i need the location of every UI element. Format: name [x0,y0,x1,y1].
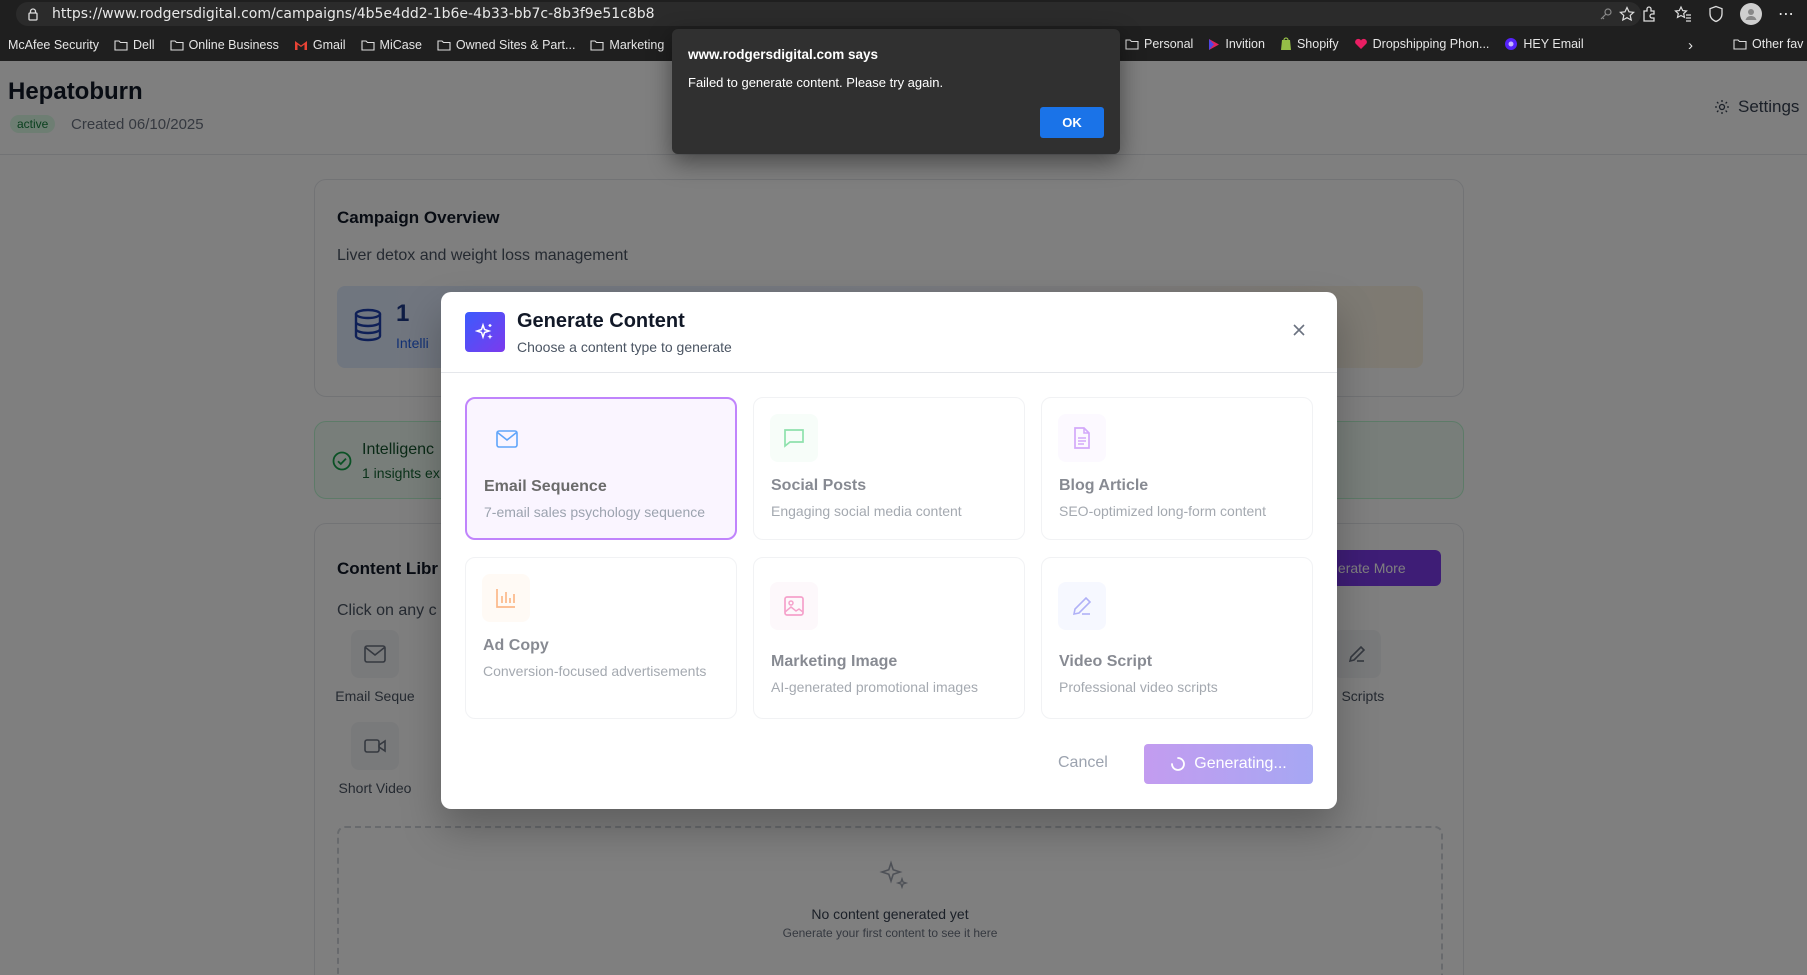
option-icon-tile [483,415,531,463]
bookmark-label: McAfee Security [8,38,100,52]
heart-icon [1354,38,1367,49]
profile-avatar[interactable] [1740,3,1762,25]
spinner-icon [1171,757,1186,771]
folder-icon [360,40,375,51]
option-title: Video Script [1059,653,1153,670]
option-description: AI-generated promotional images [771,679,979,695]
folder-icon [590,40,604,51]
option-description: Engaging social media content [771,503,962,519]
bookmark-star-icon[interactable] [1619,6,1635,22]
bookmark-label: Dropshipping Phon... [1372,37,1490,51]
bookmark-folder[interactable]: MiCase [360,38,422,52]
bookmark-item[interactable]: HEY Email [1504,37,1584,51]
bar-chart-icon [496,589,515,608]
option-title: Blog Article [1059,477,1149,494]
sparkles-icon [475,322,493,340]
shield-icon[interactable] [1708,5,1724,23]
option-icon-tile [1058,414,1106,462]
modal-title: Generate Content [517,310,685,332]
bookmark-item[interactable]: McAfee Security [8,38,99,52]
close-icon [1293,324,1305,336]
play-icon [1209,38,1220,50]
option-icon-tile [770,582,818,630]
folder-icon [1125,39,1139,50]
bookmark-item[interactable]: Dropshipping Phon... [1354,37,1490,51]
option-icon-tile [1058,582,1106,630]
bookmark-folder[interactable]: Owned Sites & Part... [437,38,576,52]
bookmark-label: Owned Sites & Part... [455,38,576,52]
option-email-sequence[interactable]: Email Sequence 7-email sales psychology … [465,397,737,540]
mail-icon [496,430,518,448]
user-icon [1745,9,1757,20]
shopify-icon [1280,37,1291,50]
bookmark-label: MiCase [379,38,422,52]
bookmark-item[interactable]: Shopify [1280,37,1339,51]
bookmarks-overflow-chevron-icon[interactable]: › [1688,37,1693,54]
gmail-icon [294,40,307,50]
extensions-icon[interactable] [1640,5,1658,23]
alert-message: Failed to generate content. Please try a… [688,75,944,90]
pen-icon [1072,596,1092,616]
bookmark-label: Dell [133,38,155,52]
bookmark-folder[interactable]: Marketing [590,38,664,52]
bookmark-item[interactable]: Gmail [294,38,346,52]
generate-content-modal: Generate Content Choose a content type t… [441,292,1337,809]
browser-menu-icon[interactable]: ⋯ [1778,4,1795,24]
bookmark-folder[interactable]: Dell [114,38,155,52]
document-icon [1074,427,1090,449]
generate-button[interactable]: Generating... [1144,744,1313,784]
option-title: Social Posts [771,477,867,494]
bookmark-label: Online Business [188,38,279,52]
option-title: Email Sequence [484,478,607,495]
folder-icon [170,40,184,51]
lock-icon [28,8,38,21]
favorites-icon[interactable] [1674,5,1692,23]
option-ad-copy[interactable]: Ad Copy Conversion-focused advertisement… [465,557,737,719]
option-icon-tile [770,414,818,462]
option-description: SEO-optimized long-form content [1059,503,1266,519]
bookmark-item[interactable]: Invition [1208,37,1265,51]
generate-button-label: Generating... [1194,755,1287,772]
other-favorites-folder[interactable]: Other fav [1733,37,1803,51]
chat-bubble-icon [784,429,804,448]
folder-icon [114,40,128,51]
option-blog-article[interactable]: Blog Article SEO-optimized long-form con… [1041,397,1313,540]
modal-subtitle: Choose a content type to generate [517,339,732,355]
option-video-script[interactable]: Video Script Professional video scripts [1041,557,1313,719]
option-description: Conversion-focused advertisements [483,663,707,679]
bookmark-folder[interactable]: Online Business [170,38,279,52]
bookmark-label: Shopify [1296,37,1339,51]
alert-title: www.rodgersdigital.com says [688,47,879,62]
url-text[interactable]: https://www.rodgersdigital.com/campaigns… [52,6,655,22]
option-title: Marketing Image [771,653,898,670]
option-description: 7-email sales psychology sequence [484,504,706,520]
option-marketing-image[interactable]: Marketing Image AI-generated promotional… [753,557,1025,719]
browser-alert-dialog: www.rodgersdigital.com says Failed to ge… [672,29,1120,154]
image-icon [784,596,804,616]
cancel-button[interactable]: Cancel [1058,754,1108,772]
option-social-posts[interactable]: Social Posts Engaging social media conte… [753,397,1025,540]
bookmark-label: HEY Email [1523,37,1584,51]
option-title: Ad Copy [483,637,549,654]
bookmark-label: Gmail [312,38,346,52]
hey-icon [1505,38,1518,50]
modal-header-icon [465,312,505,352]
option-icon-tile [482,574,530,622]
bookmark-label: Personal [1144,37,1194,51]
bookmark-label: Marketing [609,38,665,52]
option-description: Professional video scripts [1059,679,1218,695]
bookmark-folder[interactable]: Personal [1125,37,1193,51]
key-icon[interactable] [1599,7,1613,21]
bookmark-label: Other fav [1752,37,1804,51]
modal-divider [441,372,1337,373]
folder-icon [1733,39,1747,50]
close-button[interactable] [1289,320,1309,340]
bookmark-label: Invition [1225,37,1265,51]
address-bar[interactable]: https://www.rodgersdigital.com/campaigns… [16,2,1641,26]
folder-icon [437,40,451,51]
ok-button[interactable]: OK [1040,107,1104,138]
